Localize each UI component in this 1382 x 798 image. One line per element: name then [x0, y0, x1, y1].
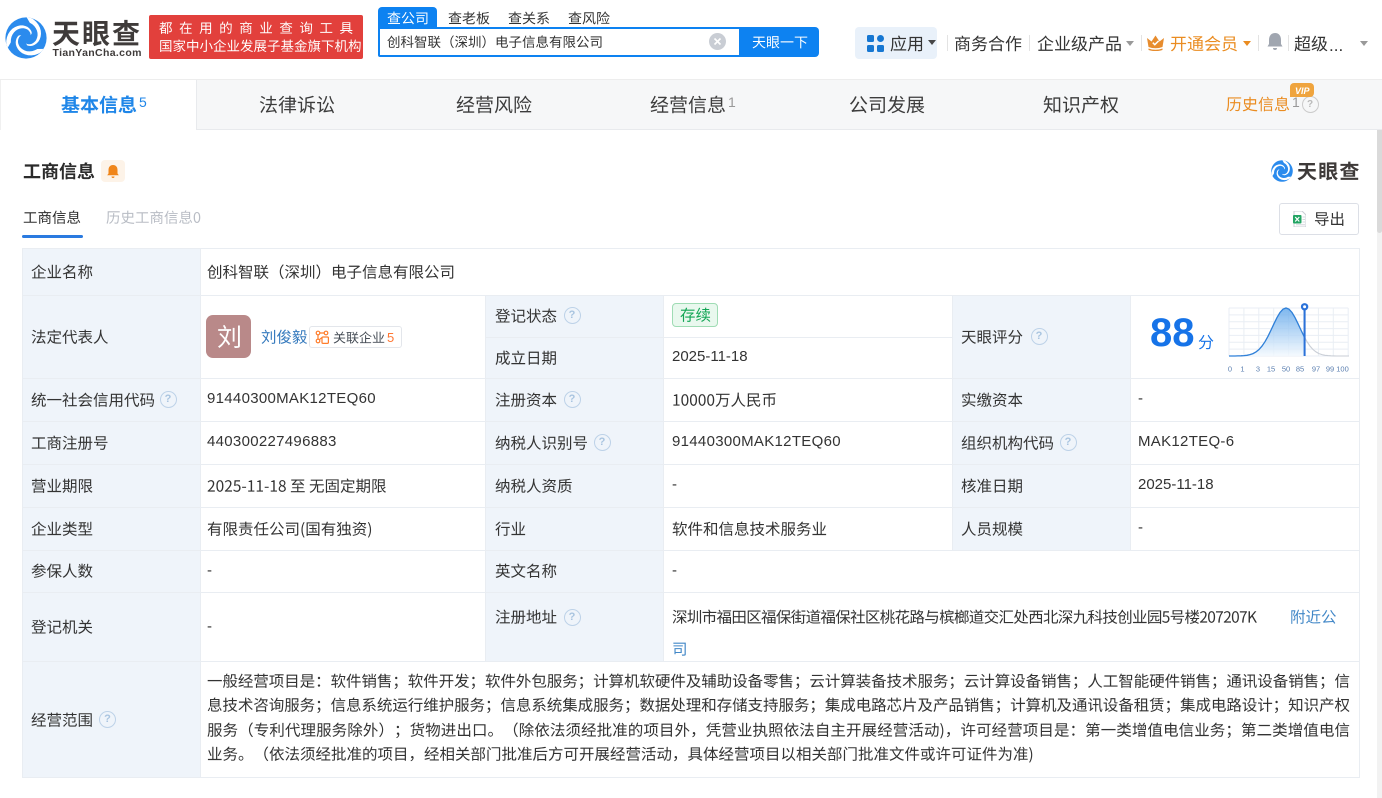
- svg-text:97: 97: [1312, 365, 1320, 374]
- svg-text:15: 15: [1267, 365, 1275, 374]
- svg-text:50: 50: [1282, 365, 1290, 374]
- svg-text:100: 100: [1336, 365, 1349, 374]
- svg-text:85: 85: [1296, 365, 1304, 374]
- svg-text:99: 99: [1326, 365, 1334, 374]
- svg-text:3: 3: [1256, 365, 1260, 374]
- svg-text:1: 1: [1240, 365, 1244, 374]
- svg-text:0: 0: [1228, 365, 1232, 374]
